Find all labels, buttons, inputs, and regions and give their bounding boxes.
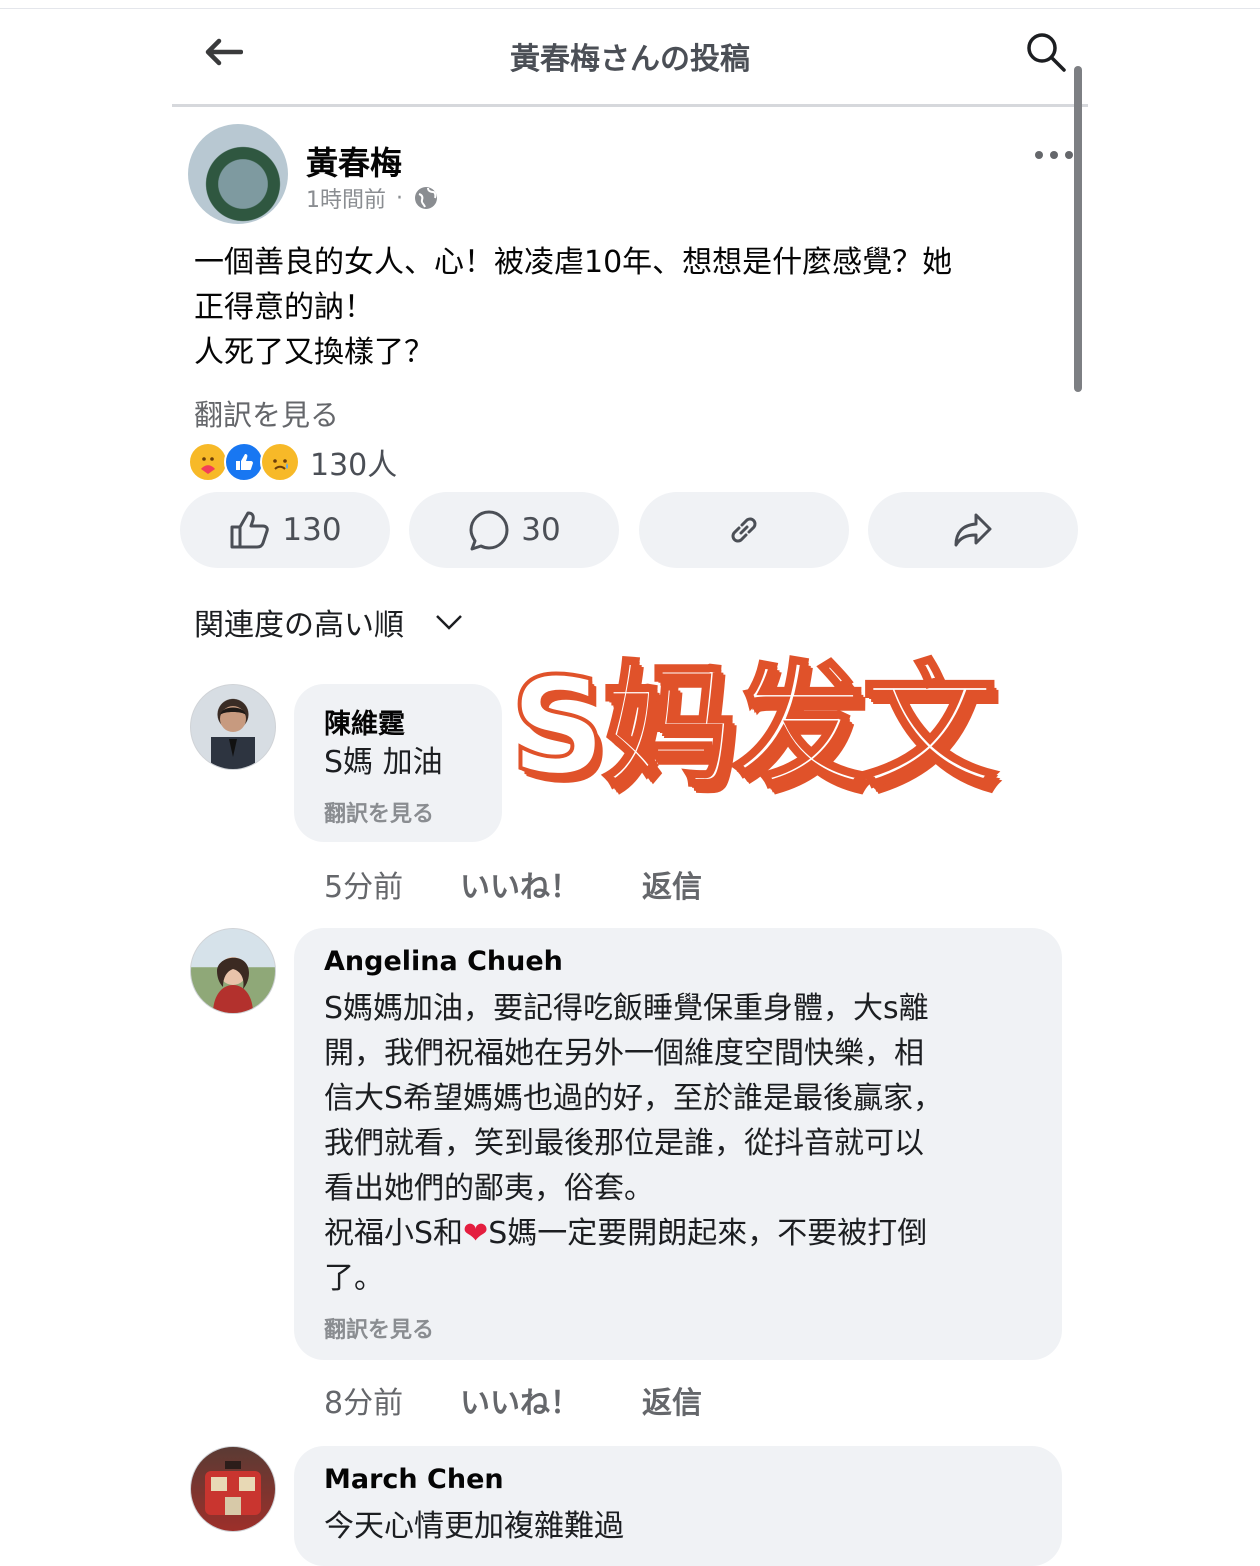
author-avatar[interactable]	[188, 124, 288, 224]
comment-text: 今天心情更加複雜難過	[324, 1509, 624, 1544]
more-dots-icon	[1035, 151, 1073, 159]
comment-segment: 祝福小S和	[324, 1216, 464, 1251]
heart-emoji-icon: ❤	[463, 1216, 489, 1251]
comment-actions: 8分前 いいね！ 返信	[324, 1378, 702, 1422]
link-icon	[731, 517, 757, 543]
reaction-count: 130人	[310, 448, 398, 483]
comment-line: 我們就看，笑到最後那位是誰，從抖音就可以	[324, 1126, 924, 1161]
commenter-name[interactable]: March Chen	[324, 1464, 504, 1495]
post-line: 一個善良的女人、心！被凌虐10年、想想是什麼感覺？她	[194, 245, 953, 280]
commenter-name[interactable]: 陳維霆	[324, 702, 405, 741]
comment-count: 30	[521, 512, 561, 548]
sort-label: 関連度の高い順	[194, 608, 404, 643]
reaction-summary[interactable]: 130人	[188, 440, 397, 484]
comment-line: S媽媽加油，要記得吃飯睡覺保重身體，大s離	[324, 991, 929, 1026]
comment-like-button[interactable]: いいね！	[460, 1378, 642, 1422]
comment-text: S媽 加油	[324, 745, 443, 780]
like-reaction-icon	[224, 442, 264, 482]
author-name[interactable]: 黃春梅	[306, 138, 402, 184]
search-button[interactable]	[1022, 28, 1070, 76]
app-header: 黃春梅さんの投稿	[172, 14, 1088, 107]
comment-line: 開，我們祝福她在另外一個維度空間快樂，相	[324, 1036, 924, 1071]
comment-line: 了。	[324, 1261, 384, 1296]
overlay-caption: S妈发文	[508, 647, 999, 807]
share-arrow-icon	[954, 513, 992, 547]
sad-reaction-icon	[260, 442, 300, 482]
comment-reply-button[interactable]: 返信	[642, 1378, 702, 1422]
comment-button[interactable]: 30	[409, 492, 619, 568]
see-translation-link[interactable]: 翻訳を見る	[324, 796, 434, 828]
more-options-button[interactable]	[1032, 140, 1076, 170]
care-reaction-icon	[188, 442, 228, 482]
post-meta: 1時間前 ·	[306, 182, 439, 214]
comment-segment: S媽一定要開朗起來，不要被打倒	[488, 1216, 928, 1251]
post-line: 正得意的訥！	[194, 290, 374, 325]
see-translation-link[interactable]: 翻訳を見る	[324, 1312, 434, 1344]
comment-sort-dropdown[interactable]: 関連度の高い順	[194, 600, 464, 644]
comment-time[interactable]: 8分前	[324, 1378, 460, 1422]
meta-separator: ·	[396, 185, 403, 211]
comment-text: S媽媽加油，要記得吃飯睡覺保重身體，大s離 開，我們祝福她在另外一個維度空間快樂…	[324, 986, 943, 1301]
copy-link-button[interactable]	[639, 492, 849, 568]
comment-line: 看出她們的鄙夷，俗套。	[324, 1171, 654, 1206]
comment-bubble-icon	[469, 510, 509, 551]
see-translation-link[interactable]: 翻訳を見る	[194, 392, 339, 434]
comment-reply-button[interactable]: 返信	[642, 862, 702, 906]
scrollbar[interactable]	[1074, 66, 1082, 392]
comment-time[interactable]: 5分前	[324, 862, 460, 906]
status-divider	[0, 0, 1260, 9]
post-line: 人死了又換樣了？	[194, 335, 434, 370]
comment-bubble: March Chen 今天心情更加複雜難過	[294, 1446, 1062, 1566]
like-button[interactable]: 130	[180, 492, 390, 568]
thumbs-up-icon	[230, 511, 270, 549]
globe-icon	[415, 187, 437, 209]
commenter-avatar[interactable]	[190, 684, 276, 770]
comment-bubble: Angelina Chueh S媽媽加油，要記得吃飯睡覺保重身體，大s離 開，我…	[294, 928, 1062, 1360]
post-body: 一個善良的女人、心！被凌虐10年、想想是什麼感覺？她 正得意的訥！ 人死了又換樣…	[194, 240, 1074, 375]
commenter-avatar[interactable]	[190, 1446, 276, 1532]
post-time[interactable]: 1時間前	[306, 182, 386, 214]
like-count: 130	[282, 512, 342, 548]
comment-line: 祝福小S和❤S媽一定要開朗起來，不要被打倒	[324, 1211, 943, 1256]
search-icon	[1027, 33, 1066, 72]
page-title: 黃春梅さんの投稿	[510, 42, 750, 77]
comment-actions: 5分前 いいね！ 返信	[324, 862, 702, 906]
chevron-down-icon	[436, 615, 462, 630]
share-button[interactable]	[868, 492, 1078, 568]
comment-like-button[interactable]: いいね！	[460, 862, 642, 906]
comment-line: 信大S希望媽媽也過的好，至於誰是最後贏家，	[324, 1081, 944, 1116]
comment-bubble: 陳維霆 S媽 加油 翻訳を見る	[294, 684, 502, 842]
commenter-name[interactable]: Angelina Chueh	[324, 946, 563, 977]
commenter-avatar[interactable]	[190, 928, 276, 1014]
